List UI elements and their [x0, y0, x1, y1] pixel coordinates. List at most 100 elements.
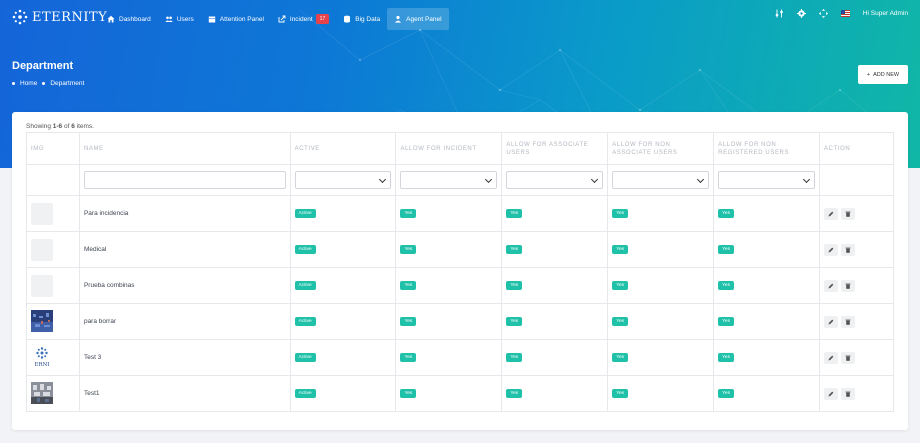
active-cell: Active	[289, 231, 397, 268]
add-new-button[interactable]: + ADD NEW	[858, 65, 908, 84]
non-registered-cell: Yes	[713, 339, 821, 376]
filter-non-registered-cell	[713, 164, 821, 196]
associate-cell: Yes	[501, 339, 609, 376]
nav-users[interactable]: Users	[158, 8, 201, 30]
incident-cell: Yes	[395, 339, 503, 376]
incident-filter-select[interactable]	[400, 171, 498, 189]
non-registered-filter-select[interactable]	[718, 171, 816, 189]
navbar-right: Hi Super Admin	[775, 9, 908, 18]
trash-icon	[845, 211, 851, 217]
breadcrumb-home[interactable]: Home	[20, 80, 37, 87]
gear-icon[interactable]	[796, 9, 806, 18]
nav-incident-label: Incident	[289, 15, 313, 23]
fullscreen-icon[interactable]	[818, 9, 828, 18]
yes-badge: Yes	[506, 317, 523, 326]
yes-badge: Yes	[718, 281, 734, 290]
col-allow-non-associate[interactable]: ALLOW FOR NON ASSOCIATE USERS	[607, 132, 715, 165]
yes-badge: Yes	[400, 389, 417, 398]
user-greeting[interactable]: Hi Super Admin	[863, 10, 908, 17]
yes-badge: Yes	[400, 281, 417, 290]
name-filter-input[interactable]	[83, 171, 286, 189]
filter-non-associate-cell	[607, 164, 715, 196]
nav-incident[interactable]: Incident 17	[271, 8, 336, 30]
trash-icon	[845, 319, 851, 325]
edit-button[interactable]	[824, 243, 839, 256]
non-associate-cell: Yes	[607, 303, 715, 340]
edit-button[interactable]	[824, 387, 839, 400]
nav-dashboard[interactable]: Dashboard	[100, 8, 158, 30]
img-cell	[26, 303, 80, 340]
nav-attention-panel[interactable]: Attention Panel	[201, 8, 271, 30]
delete-button[interactable]	[841, 279, 856, 292]
pencil-icon	[828, 319, 834, 324]
trash-icon	[845, 391, 851, 397]
breadcrumb-current: Department	[50, 80, 85, 87]
nav-users-label: Users	[176, 15, 194, 23]
filter-empty	[819, 164, 894, 196]
summary-range: 1-6	[52, 123, 63, 130]
img-cell	[26, 195, 80, 232]
calendar-icon	[208, 16, 215, 23]
yes-badge: Yes	[612, 245, 629, 254]
incident-cell: Yes	[395, 375, 503, 412]
active-filter-select[interactable]	[294, 171, 392, 189]
table-row: Para incidencia Active Yes Yes Yes Yes	[26, 195, 894, 232]
name-cell: Medical	[78, 231, 291, 268]
col-allow-non-registered[interactable]: ALLOW FOR NON REGISTERED USERS	[713, 132, 821, 165]
nav-big-data[interactable]: Big Data	[336, 8, 387, 30]
us-flag-icon[interactable]	[840, 10, 850, 17]
non-registered-cell: Yes	[713, 195, 821, 232]
plus-icon: +	[866, 71, 871, 78]
incident-cell: Yes	[395, 267, 503, 304]
non-associate-cell: Yes	[607, 267, 715, 304]
table-row: para borrar Active Yes Yes Yes Yes	[26, 303, 894, 340]
summary-prefix: Showing	[26, 123, 53, 130]
filter-active-cell	[289, 164, 397, 196]
non-registered-cell: Yes	[713, 267, 821, 304]
action-cell	[819, 303, 894, 340]
col-allow-incident[interactable]: ALLOW FOR INCIDENT	[395, 132, 503, 165]
department-table: IMG NAME ACTIVE ALLOW FOR INCIDENT ALLOW…	[26, 132, 894, 412]
active-badge: Active	[294, 317, 316, 326]
pencil-icon	[828, 247, 834, 252]
building-photo-thumbnail	[31, 381, 53, 404]
edit-button[interactable]	[824, 351, 839, 364]
non-registered-cell: Yes	[713, 375, 821, 412]
table-row: Prueba combinas Active Yes Yes Yes Yes	[26, 267, 894, 304]
col-allow-associate[interactable]: ALLOW FOR ASSOCIATE USERS	[501, 132, 609, 165]
non-associate-filter-select[interactable]	[612, 171, 710, 189]
name-cell: para borrar	[78, 303, 291, 340]
edit-button[interactable]	[824, 279, 839, 292]
delete-button[interactable]	[841, 315, 856, 328]
table-row: Test1 Active Yes Yes Yes Yes	[26, 375, 894, 412]
active-badge: Active	[294, 389, 316, 398]
delete-button[interactable]	[841, 387, 856, 400]
nav-agent-panel[interactable]: Agent Panel	[387, 8, 449, 30]
yes-badge: Yes	[718, 317, 734, 326]
associate-cell: Yes	[501, 303, 609, 340]
edit-button[interactable]	[824, 207, 839, 220]
sliders-icon[interactable]	[775, 9, 784, 18]
yes-badge: Yes	[718, 209, 734, 218]
thumbnail-placeholder	[31, 202, 53, 225]
active-cell: Active	[289, 375, 397, 412]
yes-badge: Yes	[400, 317, 417, 326]
yes-badge: Yes	[612, 209, 629, 218]
col-active[interactable]: ACTIVE	[289, 132, 397, 165]
associate-filter-select[interactable]	[506, 171, 604, 189]
delete-button[interactable]	[841, 207, 856, 220]
delete-button[interactable]	[841, 351, 856, 364]
delete-button[interactable]	[841, 243, 856, 256]
active-badge: Active	[294, 353, 316, 362]
department-photo-thumbnail	[31, 309, 53, 332]
active-badge: Active	[294, 245, 316, 254]
breadcrumb-bullet-icon	[42, 82, 46, 85]
brand-logo[interactable]: ETERNITY	[12, 9, 107, 25]
yes-badge: Yes	[612, 281, 629, 290]
edit-button[interactable]	[824, 315, 839, 328]
col-name[interactable]: NAME	[78, 132, 291, 165]
img-cell	[26, 267, 80, 304]
col-img: IMG	[26, 132, 80, 165]
img-cell	[26, 231, 80, 268]
yes-badge: Yes	[612, 317, 629, 326]
